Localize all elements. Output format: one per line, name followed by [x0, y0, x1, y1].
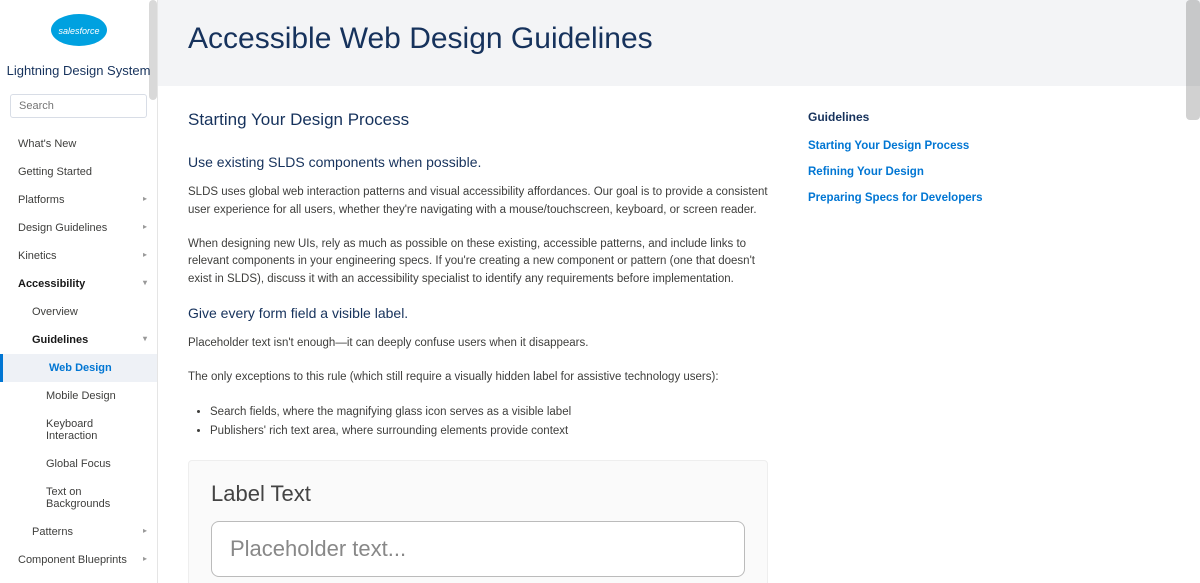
paragraph: SLDS uses global web interaction pattern… [188, 184, 768, 220]
logo-area: salesforce [0, 0, 157, 61]
nav-utilities[interactable]: Utilities [0, 574, 157, 583]
toc-link-preparing[interactable]: Preparing Specs for Developers [808, 192, 1138, 204]
svg-text:salesforce: salesforce [58, 26, 99, 36]
salesforce-logo-icon: salesforce [47, 10, 111, 55]
article: Starting Your Design Process Use existin… [188, 110, 768, 583]
toc-link-refining[interactable]: Refining Your Design [808, 166, 1138, 178]
subsection-heading: Use existing SLDS components when possib… [188, 154, 768, 170]
nav-global-focus[interactable]: Global Focus [0, 450, 157, 478]
nav-web-design[interactable]: Web Design [0, 354, 157, 382]
nav-platforms[interactable]: Platforms [0, 186, 157, 214]
nav-accessibility-guidelines[interactable]: Guidelines [0, 326, 157, 354]
page-title: Accessible Web Design Guidelines [188, 22, 1170, 56]
paragraph: When designing new UIs, rely as much as … [188, 236, 768, 289]
nav-design-guidelines[interactable]: Design Guidelines [0, 214, 157, 242]
main-scrollbar[interactable] [1186, 0, 1200, 120]
nav-keyboard-interaction[interactable]: Keyboard Interaction [0, 410, 157, 450]
form-example: Label Text Placeholder text... [188, 460, 768, 583]
paragraph: Placeholder text isn't enough—it can dee… [188, 335, 768, 353]
toc-heading: Guidelines [808, 110, 1138, 124]
sidebar-nav: What's New Getting Started Platforms Des… [0, 130, 157, 583]
paragraph: The only exceptions to this rule (which … [188, 369, 768, 387]
sidebar-scrollbar[interactable] [149, 0, 157, 100]
nav-kinetics[interactable]: Kinetics [0, 242, 157, 270]
sidebar: salesforce Lightning Design System What'… [0, 0, 158, 583]
nav-mobile-design[interactable]: Mobile Design [0, 382, 157, 410]
brand-title: Lightning Design System [0, 61, 157, 88]
search-box [10, 94, 147, 118]
nav-getting-started[interactable]: Getting Started [0, 158, 157, 186]
nav-patterns[interactable]: Patterns [0, 518, 157, 546]
nav-accessibility[interactable]: Accessibility [0, 270, 157, 298]
subsection-heading: Give every form field a visible label. [188, 305, 768, 321]
nav-component-blueprints[interactable]: Component Blueprints [0, 546, 157, 574]
nav-whats-new[interactable]: What's New [0, 130, 157, 158]
nav-accessibility-overview[interactable]: Overview [0, 298, 157, 326]
toc-link-starting[interactable]: Starting Your Design Process [808, 140, 1138, 152]
exception-list: Search fields, where the magnifying glas… [188, 403, 768, 442]
list-item: Search fields, where the magnifying glas… [210, 403, 768, 423]
hero: Accessible Web Design Guidelines [158, 0, 1200, 86]
example-placeholder-input: Placeholder text... [211, 521, 745, 577]
list-item: Publishers' rich text area, where surrou… [210, 422, 768, 442]
search-input[interactable] [10, 94, 147, 118]
table-of-contents: Guidelines Starting Your Design Process … [808, 110, 1138, 583]
main-content: Accessible Web Design Guidelines Startin… [158, 0, 1200, 583]
section-heading: Starting Your Design Process [188, 110, 768, 130]
example-label-text: Label Text [211, 481, 745, 507]
nav-text-on-backgrounds[interactable]: Text on Backgrounds [0, 478, 157, 518]
